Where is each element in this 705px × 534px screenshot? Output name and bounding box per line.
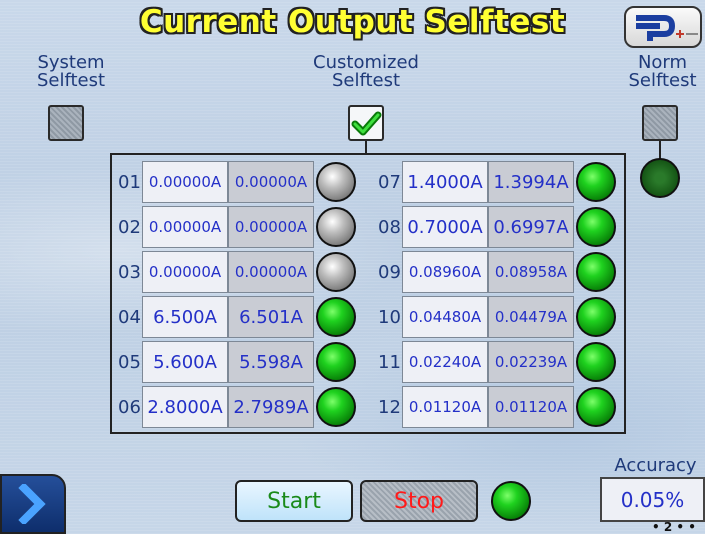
channel-row: 11 0.02240A 0.02239A xyxy=(378,340,616,384)
chevron-right-icon xyxy=(18,484,46,524)
channel-row: 05 5.600A 5.598A xyxy=(118,340,356,384)
channel-number: 02 xyxy=(118,216,141,238)
set-current-field[interactable]: 0.00000A xyxy=(142,206,228,248)
set-current-field[interactable]: 6.500A xyxy=(142,296,228,338)
set-current-field[interactable]: 0.00000A xyxy=(142,251,228,293)
norm-connector-line xyxy=(659,141,661,159)
channel-number: 11 xyxy=(378,351,401,373)
measured-current-field: 6.501A xyxy=(228,296,314,338)
page-title: Current Output Selftest xyxy=(139,4,566,40)
system-selftest-line2: Selftest xyxy=(36,70,106,91)
measured-current-field: 0.08958A xyxy=(488,251,574,293)
norm-selftest-label: Norm Selftest xyxy=(620,54,705,90)
start-button[interactable]: Start xyxy=(235,480,353,522)
channel-row: 02 0.00000A 0.00000A xyxy=(118,205,356,249)
accuracy-label: Accuracy xyxy=(614,455,697,476)
menu-button[interactable] xyxy=(0,474,66,534)
channel-number: 01 xyxy=(118,171,141,193)
measured-current-field: 5.598A xyxy=(228,341,314,383)
channel-number: 12 xyxy=(378,396,401,418)
channel-row: 06 2.8000A 2.7989A xyxy=(118,385,356,429)
channel-number: 06 xyxy=(118,396,141,418)
measured-current-field: 2.7989A xyxy=(228,386,314,428)
status-led xyxy=(316,162,356,202)
measured-current-field: 0.6997A xyxy=(488,206,574,248)
set-current-field[interactable]: 0.04480A xyxy=(402,296,488,338)
status-led xyxy=(576,207,616,247)
channel-row: 12 0.01120A 0.01120A xyxy=(378,385,616,429)
channel-number: 10 xyxy=(378,306,401,328)
set-current-field[interactable]: 0.00000A xyxy=(142,161,228,203)
status-led xyxy=(316,297,356,337)
set-current-field[interactable]: 5.600A xyxy=(142,341,228,383)
channel-number: 04 xyxy=(118,306,141,328)
customized-selftest-label: Customized Selftest xyxy=(296,54,436,90)
stop-button[interactable]: Stop xyxy=(360,480,478,522)
measured-current-field: 0.00000A xyxy=(228,161,314,203)
measured-current-field: 0.00000A xyxy=(228,251,314,293)
system-selftest-checkbox[interactable] xyxy=(48,105,84,141)
status-led xyxy=(316,252,356,292)
measured-current-field: 1.3994A xyxy=(488,161,574,203)
channel-number: 03 xyxy=(118,261,141,283)
customized-selftest-checkbox[interactable] xyxy=(348,105,384,141)
channel-number: 09 xyxy=(378,261,401,283)
status-led xyxy=(576,297,616,337)
system-selftest-label: System Selftest xyxy=(30,54,112,90)
status-led xyxy=(576,162,616,202)
measured-current-field: 0.02239A xyxy=(488,341,574,383)
status-led xyxy=(576,342,616,382)
channel-row: 01 0.00000A 0.00000A xyxy=(118,160,356,204)
set-current-field[interactable]: 0.02240A xyxy=(402,341,488,383)
norm-selftest-line2: Selftest xyxy=(628,70,697,91)
set-current-field[interactable]: 0.7000A xyxy=(402,206,488,248)
norm-selftest-checkbox[interactable] xyxy=(642,105,678,141)
set-current-field[interactable]: 0.08960A xyxy=(402,251,488,293)
status-led xyxy=(316,342,356,382)
set-current-field[interactable]: 2.8000A xyxy=(142,386,228,428)
measured-current-field: 0.00000A xyxy=(228,206,314,248)
plug-icon xyxy=(636,15,698,41)
channel-number: 05 xyxy=(118,351,141,373)
connector-line xyxy=(365,141,367,153)
status-led xyxy=(576,387,616,427)
status-led xyxy=(576,252,616,292)
customized-selftest-line2: Selftest xyxy=(331,70,401,91)
run-status-led xyxy=(491,481,531,521)
measured-current-field: 0.01120A xyxy=(488,386,574,428)
channel-number: 08 xyxy=(378,216,401,238)
page-indicator: • 2 • • xyxy=(652,520,696,534)
toolbar-button[interactable] xyxy=(624,6,702,48)
measured-current-field: 0.04479A xyxy=(488,296,574,338)
channel-row: 08 0.7000A 0.6997A xyxy=(378,205,616,249)
channel-row: 07 1.4000A 1.3994A xyxy=(378,160,616,204)
accuracy-value-field[interactable]: 0.05% xyxy=(600,477,705,522)
channel-number: 07 xyxy=(378,171,401,193)
norm-status-led xyxy=(640,158,680,198)
set-current-field[interactable]: 0.01120A xyxy=(402,386,488,428)
channel-row: 04 6.500A 6.501A xyxy=(118,295,356,339)
channel-row: 03 0.00000A 0.00000A xyxy=(118,250,356,294)
set-current-field[interactable]: 1.4000A xyxy=(402,161,488,203)
channel-row: 10 0.04480A 0.04479A xyxy=(378,295,616,339)
status-led xyxy=(316,207,356,247)
checkmark-icon xyxy=(351,111,382,136)
channel-row: 09 0.08960A 0.08958A xyxy=(378,250,616,294)
status-led xyxy=(316,387,356,427)
